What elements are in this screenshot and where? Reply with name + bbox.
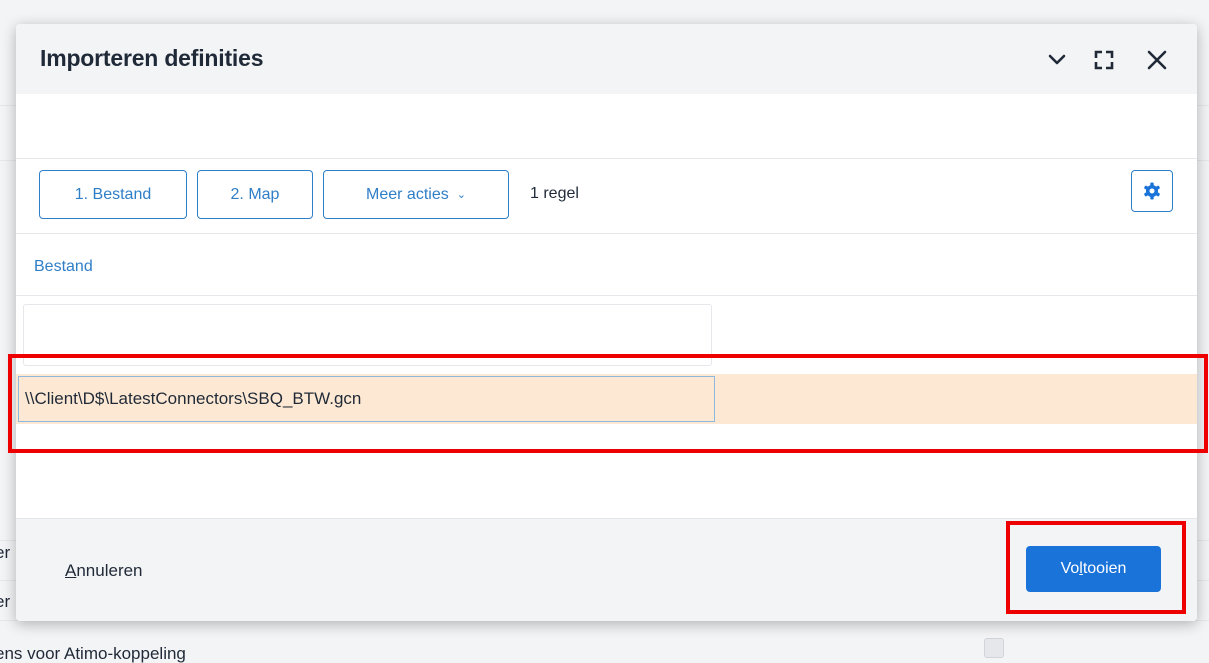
settings-button[interactable] (1131, 170, 1173, 212)
bg-list-text: er (0, 592, 11, 611)
chevron-down-icon[interactable] (1043, 46, 1071, 74)
divider (16, 233, 1197, 234)
close-icon[interactable] (1143, 46, 1171, 74)
cancel-hotkey: A (65, 561, 77, 580)
expand-icon[interactable] (1090, 46, 1118, 74)
more-actions-label: Meer acties (366, 185, 449, 203)
divider (16, 295, 1197, 296)
chevron-down-icon: ⌄ (456, 189, 466, 201)
file-button[interactable]: 1. Bestand (39, 170, 187, 219)
row-count: 1 regel (530, 185, 579, 202)
finish-button[interactable]: Voltooien (1026, 546, 1161, 592)
column-header-file[interactable]: Bestand (34, 258, 93, 276)
finish-label-start: Vo (1060, 560, 1080, 577)
gear-icon (1144, 182, 1160, 200)
bg-checkbox[interactable] (984, 638, 1004, 658)
bg-list-text: ens voor Atimo-koppeling (0, 644, 186, 663)
file-path-cell[interactable]: \\Client\D$\LatestConnectors\SBQ_BTW.gcn (18, 376, 715, 422)
cancel-button[interactable]: Annuleren (65, 561, 143, 581)
dialog-footer (16, 518, 1197, 621)
more-actions-button[interactable]: Meer acties ⌄ (323, 170, 509, 219)
folder-button[interactable]: 2. Map (197, 170, 313, 219)
divider (16, 158, 1197, 159)
bg-list-text: er (0, 543, 11, 562)
finish-label-end: tooien (1082, 560, 1127, 577)
cancel-label: nnuleren (76, 561, 143, 580)
column-filter-input[interactable] (23, 304, 712, 366)
dialog-title: Importeren definities (40, 45, 264, 71)
dialog-header: Importeren definities (16, 24, 1197, 94)
import-dialog: Importeren definities 1. Bestand 2. Map … (16, 24, 1197, 621)
